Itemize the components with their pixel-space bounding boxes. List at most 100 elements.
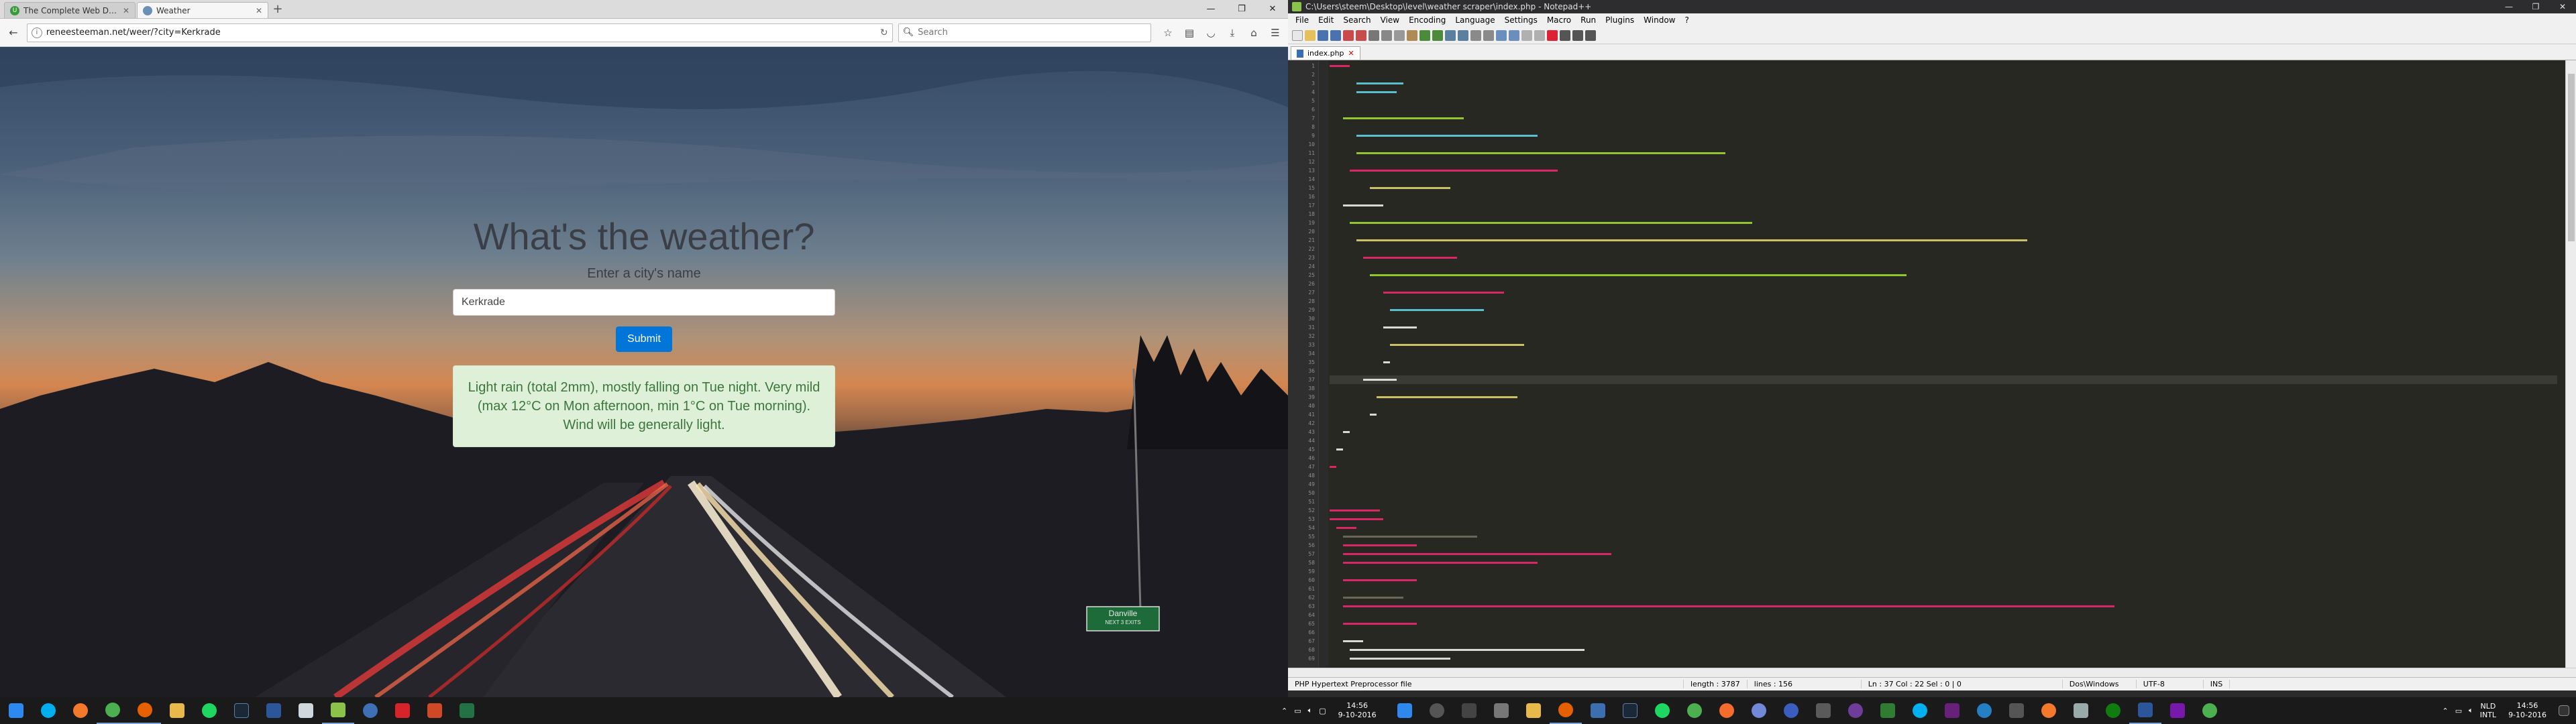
spotify-app[interactable] [193, 697, 225, 724]
start-button[interactable] [0, 697, 32, 724]
network-icon[interactable]: ▭ [1294, 707, 1301, 715]
code-line[interactable]: 53 [1308, 515, 2557, 524]
menu-run[interactable]: Run [1576, 15, 1601, 25]
code-line[interactable]: 64 [1308, 611, 2557, 619]
find-icon[interactable] [1445, 29, 1456, 41]
horizontal-scrollbar[interactable] [1288, 668, 2576, 677]
task-view-button[interactable] [1453, 697, 1485, 724]
menu-plugins[interactable]: Plugins [1601, 15, 1639, 25]
code-line[interactable]: 12 [1308, 158, 2557, 166]
wrap-icon[interactable] [1509, 29, 1519, 41]
menu-settings[interactable]: Settings [1500, 15, 1542, 25]
code-line[interactable]: 1 [1311, 62, 2557, 70]
code-line[interactable]: 48 [1308, 471, 2557, 480]
code-line[interactable]: 47 [1308, 463, 2557, 471]
tab-weather[interactable]: Weather ✕ [137, 2, 268, 18]
pocket-icon[interactable]: ◡ [1203, 25, 1218, 40]
code-line[interactable]: 41 [1308, 410, 2557, 419]
code-line[interactable]: 10 [1308, 140, 2557, 149]
search-button[interactable] [1421, 697, 1453, 724]
code-line[interactable]: 42 [1308, 419, 2557, 428]
code-line[interactable]: 55 [1308, 532, 2557, 541]
code-line[interactable]: 4 [1311, 88, 2557, 97]
city-input[interactable] [453, 289, 835, 316]
vpn-app[interactable] [354, 697, 386, 724]
code-line[interactable]: 17 [1308, 201, 2557, 210]
code-line[interactable]: 62 [1308, 593, 2557, 602]
code-line[interactable]: 9 [1311, 131, 2557, 140]
volume-icon[interactable]: 🔈︎ [1308, 706, 1313, 715]
explorer-app[interactable] [1517, 697, 1550, 724]
menu-encoding[interactable]: Encoding [1404, 15, 1450, 25]
reading-list-icon[interactable]: ▤ [1182, 25, 1197, 40]
submit-button[interactable]: Submit [616, 326, 672, 352]
code-line[interactable]: 35 [1308, 358, 2557, 367]
menu-window[interactable]: Window [1639, 15, 1680, 25]
code-line[interactable]: 11 [1308, 149, 2557, 158]
calculator-app[interactable] [1485, 697, 1517, 724]
menu-icon[interactable]: ☰ [1268, 25, 1283, 40]
code-line[interactable]: 34 [1308, 349, 2557, 358]
info-icon[interactable]: i [31, 27, 42, 38]
code-line[interactable]: 69 [1308, 654, 2557, 663]
code-area[interactable]: 1 2 3 4 5 6 7 8 9 10 11 12 13 14 15 16 17 18 19 20 21 22 23 24 2… [1308, 62, 2557, 663]
code-line[interactable]: 8 [1311, 123, 2557, 131]
chevron-up-icon[interactable]: ⌃ [2443, 707, 2449, 715]
menu-help[interactable]: ? [1680, 15, 1693, 25]
open-file-icon[interactable] [1305, 29, 1316, 41]
code-line[interactable]: 38 [1308, 384, 2557, 393]
firefox-app-2[interactable] [1549, 697, 1582, 724]
close-all-icon[interactable] [1356, 29, 1366, 41]
firefox-app[interactable] [129, 697, 161, 724]
code-line[interactable]: 58 [1308, 558, 2557, 567]
code-line[interactable]: 45 [1308, 445, 2557, 454]
cut-icon[interactable] [1381, 29, 1392, 41]
home-icon[interactable]: ⌂ [1246, 25, 1261, 40]
code-line[interactable]: 32 [1308, 332, 2557, 341]
close-icon[interactable]: ✕ [256, 6, 262, 15]
record-macro-icon[interactable] [1547, 29, 1558, 41]
onenote-app[interactable] [2161, 697, 2194, 724]
undo-icon[interactable] [1419, 29, 1430, 41]
code-line[interactable]: 28 [1308, 297, 2557, 306]
menu-edit[interactable]: Edit [1313, 15, 1338, 25]
network-icon[interactable]: ▭ [2455, 707, 2462, 715]
code-line[interactable]: 29 [1308, 306, 2557, 314]
download-icon[interactable]: ⤓ [1225, 25, 1240, 40]
code-line[interactable]: 40 [1308, 402, 2557, 410]
menu-search[interactable]: Search [1338, 15, 1375, 25]
code-line[interactable]: 14 [1308, 175, 2557, 184]
menu-file[interactable]: File [1291, 15, 1313, 25]
code-line[interactable]: 20 [1308, 227, 2557, 236]
language-indicator[interactable]: NLD INTL [2480, 702, 2496, 719]
show-all-icon[interactable] [1521, 29, 1532, 41]
back-arrow-icon[interactable]: ← [5, 25, 21, 41]
code-line[interactable]: 15 [1308, 184, 2557, 192]
gog-app[interactable] [1839, 697, 1872, 724]
replace-icon[interactable] [1458, 29, 1468, 41]
code-line[interactable]: 31 [1308, 323, 2557, 332]
notepad-plus-plus-app[interactable] [322, 697, 354, 724]
code-line[interactable]: 33 [1308, 341, 2557, 349]
code-line[interactable]: 56 [1308, 541, 2557, 550]
code-line[interactable]: 16 [1308, 192, 2557, 201]
code-line[interactable]: 5 [1311, 97, 2557, 105]
code-line[interactable]: 36 [1308, 367, 2557, 375]
origin-app[interactable] [1711, 697, 1743, 724]
blender-app[interactable] [64, 697, 97, 724]
chevron-up-icon[interactable]: ⌃ [1281, 707, 1287, 715]
save-all-icon[interactable] [1330, 29, 1341, 41]
visual-studio-app[interactable] [1936, 697, 1968, 724]
code-line[interactable]: 60 [1308, 576, 2557, 585]
code-line[interactable]: 65 [1308, 619, 2557, 628]
close-icon[interactable]: ✕ [1257, 0, 1288, 19]
notepad-app[interactable] [290, 697, 322, 724]
indent-guide-icon[interactable] [1534, 29, 1545, 41]
warframe-app[interactable] [2065, 697, 2097, 724]
sync-scroll-icon[interactable] [1496, 29, 1507, 41]
code-line[interactable]: 30 [1308, 314, 2557, 323]
right-clock[interactable]: 14:56 9-10-2016 [2503, 701, 2552, 720]
word-app[interactable] [258, 697, 290, 724]
skype-app-2[interactable] [1904, 697, 1936, 724]
close-icon[interactable]: ✕ [123, 6, 129, 15]
